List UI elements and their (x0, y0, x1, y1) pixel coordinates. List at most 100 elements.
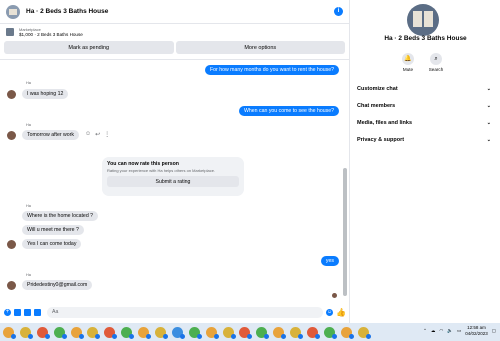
chevron-down-icon: ⌄ (486, 120, 491, 126)
composer: + Aa ☺ 👍 (0, 303, 350, 321)
chevron-up-icon[interactable]: ⌃ (423, 328, 427, 334)
rating-subtitle: Rating your experience with Ha helps oth… (107, 168, 216, 173)
rating-title: You can now rate this person (107, 161, 179, 167)
system-tray: ⌃ ☁ ◠ 🔈 ▭ 12:58 am 04/02/2023 ▢ (423, 325, 496, 337)
submit-rating-button[interactable]: Submit a rating (107, 176, 239, 187)
message-incoming[interactable]: I was hoping 12 (22, 89, 69, 99)
chrome-icon[interactable] (188, 326, 202, 339)
chrome-icon[interactable] (87, 326, 101, 339)
chrome-icon[interactable] (121, 326, 135, 339)
chat-avatar[interactable] (6, 4, 20, 19)
clock-date: 04/02/2023 (465, 331, 488, 336)
chrome-icon[interactable] (155, 326, 169, 339)
reply-icon[interactable]: ↩ (95, 131, 100, 138)
chevron-down-icon: ⌄ (486, 137, 491, 143)
chrome-icon[interactable] (340, 326, 354, 339)
chrome-icon[interactable] (323, 326, 337, 339)
sidebar-item-label: Chat members (357, 103, 396, 109)
chrome-icon[interactable] (138, 326, 152, 339)
divider (0, 59, 349, 60)
like-icon[interactable]: 👍 (336, 308, 346, 317)
sidebar-item-customize-chat[interactable]: Customize chat ⌄ (357, 86, 491, 92)
search-label: Search (428, 67, 444, 72)
chrome-icon[interactable] (256, 326, 270, 339)
emoji-icon[interactable]: ☺ (326, 308, 334, 316)
chrome-icon[interactable] (70, 326, 84, 339)
sticker-icon[interactable] (24, 308, 31, 316)
message-incoming[interactable]: Pridedestiny0@gmail.com (22, 280, 93, 290)
sidebar-item-chat-members[interactable]: Chat members ⌄ (357, 103, 491, 109)
bell-icon: 🔔 (402, 53, 414, 65)
scrollbar[interactable] (343, 60, 347, 300)
cloud-icon[interactable]: ☁ (431, 328, 436, 334)
chrome-icon[interactable] (104, 326, 118, 339)
chat-panel: Ha · 2 Beds 3 Baths House i Marketplace … (0, 0, 350, 323)
chat-header: Ha · 2 Beds 3 Baths House i (0, 0, 349, 24)
seen-avatar (332, 293, 337, 298)
listing-thumbnail (6, 28, 14, 36)
more-options-button[interactable]: More options (175, 41, 345, 54)
message-sender: Ha (26, 123, 31, 127)
scrollbar-thumb[interactable] (343, 168, 347, 296)
taskbar: ⌃ ☁ ◠ 🔈 ▭ 12:58 am 04/02/2023 ▢ (0, 323, 500, 341)
chrome-icon[interactable] (53, 326, 67, 339)
speaker-icon[interactable]: 🔈 (447, 328, 453, 334)
sidebar-item-label: Customize chat (357, 86, 398, 92)
search-button[interactable]: ⌕ Search (421, 53, 451, 72)
chevron-down-icon: ⌄ (486, 86, 491, 92)
chrome-icon[interactable] (19, 326, 33, 339)
chrome-icon[interactable] (171, 326, 185, 339)
message-sender: Ha (26, 273, 31, 277)
chrome-icon[interactable] (357, 326, 371, 339)
clock[interactable]: 12:58 am 04/02/2023 (465, 325, 488, 337)
mark-as-pending-button[interactable]: Mark as pending (4, 41, 174, 54)
rating-card: You can now rate this person Rating your… (102, 157, 244, 196)
message-outgoing[interactable]: For how many months do you want to rent … (205, 65, 339, 75)
image-icon[interactable] (14, 308, 21, 316)
search-icon: ⌕ (430, 53, 442, 65)
message-incoming[interactable]: Where is the home located ? (22, 211, 99, 221)
chevron-down-icon: ⌄ (486, 103, 491, 109)
chrome-icon[interactable] (273, 326, 287, 339)
message-sender: Ha (26, 204, 31, 208)
chrome-icon[interactable] (205, 326, 219, 339)
more-icon[interactable]: ⋮ (104, 131, 110, 138)
sidebar-item-label: Media, files and links (357, 120, 413, 126)
sender-avatar[interactable] (7, 240, 16, 249)
listing-title: $1,000 · 2 Beds 3 Baths House (19, 32, 83, 37)
sidebar-title: Ha · 2 Beds 3 Baths House (384, 35, 467, 42)
message-input[interactable]: Aa (47, 306, 324, 318)
sidebar-item-label: Privacy & support (357, 137, 405, 143)
sender-avatar[interactable] (7, 90, 16, 99)
notification-icon[interactable]: ▢ (492, 328, 496, 334)
chat-title[interactable]: Ha · 2 Beds 3 Baths House (26, 8, 334, 15)
info-icon[interactable]: i (334, 7, 343, 16)
chrome-icon[interactable] (3, 326, 16, 339)
mute-label: Mute (402, 67, 414, 72)
chrome-icon[interactable] (239, 326, 253, 339)
chrome-icon[interactable] (307, 326, 321, 339)
chrome-icon[interactable] (222, 326, 236, 339)
gif-icon[interactable] (34, 308, 41, 316)
battery-icon[interactable]: ▭ (457, 328, 461, 334)
conversation-sidebar: Ha · 2 Beds 3 Baths House 🔔 Mute ⌕ Searc… (351, 0, 500, 323)
sidebar-item-privacy[interactable]: Privacy & support ⌄ (357, 137, 491, 143)
message-outgoing[interactable]: yes (320, 256, 339, 266)
react-icon[interactable]: ☺ (85, 131, 91, 138)
conversation-avatar (407, 4, 439, 36)
message-incoming[interactable]: Tomorrow after work (22, 130, 79, 140)
mute-button[interactable]: 🔔 Mute (393, 53, 423, 72)
sender-avatar[interactable] (7, 131, 16, 140)
wifi-icon[interactable]: ◠ (439, 328, 443, 334)
message-incoming[interactable]: Yes I can come today (22, 239, 82, 249)
chrome-icon[interactable] (36, 326, 50, 339)
message-incoming[interactable]: Will u meet me there ? (22, 225, 84, 235)
marketplace-listing[interactable]: Marketplace $1,000 · 2 Beds 3 Baths Hous… (0, 24, 349, 40)
sidebar-item-media[interactable]: Media, files and links ⌄ (357, 120, 491, 126)
sender-avatar[interactable] (7, 281, 16, 290)
message-actions: ☺ ↩ ⋮ (85, 131, 110, 138)
message-outgoing[interactable]: When can you come to see the house? (239, 106, 339, 116)
plus-icon[interactable]: + (4, 308, 11, 316)
chrome-icon[interactable] (290, 326, 304, 339)
message-sender: Ha (26, 81, 31, 85)
